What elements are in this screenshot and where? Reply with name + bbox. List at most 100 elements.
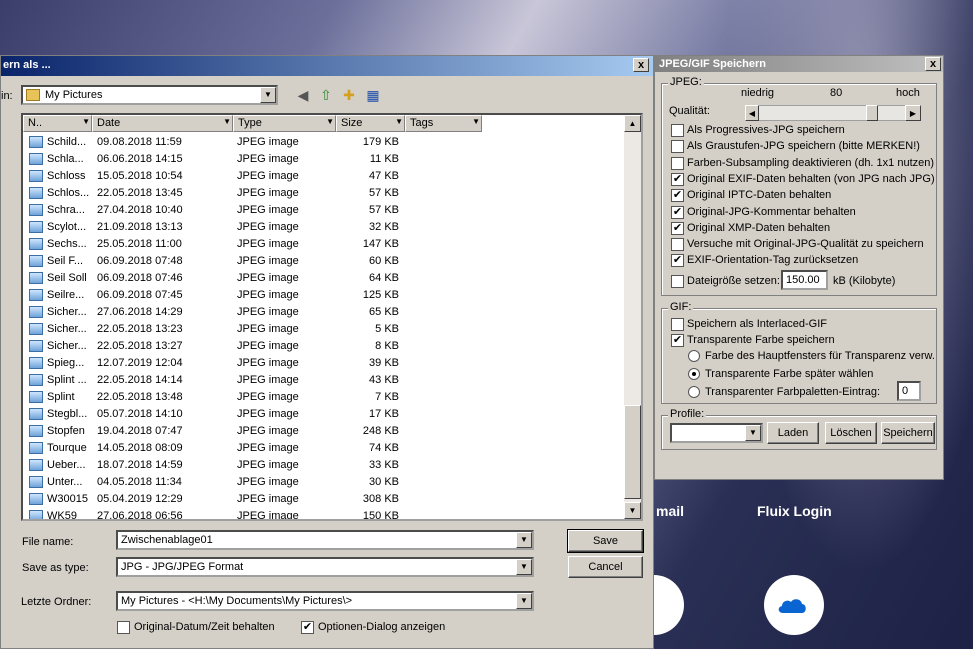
table-row[interactable]: Schloss 15.05.2018 10:54 JPEG image 47 KB — [23, 168, 627, 185]
jpeg-option-checkbox[interactable] — [671, 124, 684, 137]
keep-date-checkbox[interactable] — [117, 621, 130, 634]
gif-interlaced-checkbox[interactable] — [671, 318, 684, 331]
file-name-cell: Seilre... — [47, 289, 85, 301]
jpeg-option-checkbox[interactable] — [671, 238, 684, 252]
chevron-down-icon[interactable]: ▼ — [260, 87, 276, 103]
table-row[interactable]: Splint 22.05.2018 13:48 JPEG image 7 KB — [23, 389, 627, 406]
jpeg-option-checkbox[interactable]: ✔ — [671, 254, 684, 268]
image-file-icon — [29, 476, 43, 488]
file-name-input[interactable]: Zwischenablage01 ▼ — [116, 530, 534, 550]
jpeg-option-checkbox[interactable] — [671, 140, 684, 154]
file-size-cell: 65 KB — [369, 306, 399, 318]
file-list[interactable]: N.. ▼ Date ▼ Type ▼ Size ▼ Tags ▼ Schild... 09… — [21, 113, 643, 521]
quality-high-label: hoch — [896, 87, 920, 99]
table-row[interactable]: Unter... 04.05.2018 11:34 JPEG image 30 KB — [23, 474, 627, 491]
save-profile-button[interactable]: Speichern — [881, 422, 935, 444]
image-file-icon — [29, 221, 43, 233]
table-row[interactable]: Seil F... 06.09.2018 07:48 JPEG image 60 KB — [23, 253, 627, 270]
table-row[interactable]: Seilre... 06.09.2018 07:45 JPEG image 125 K… — [23, 287, 627, 304]
scroll-down-icon[interactable]: ▼ — [624, 502, 641, 519]
file-name-label: File name: — [22, 536, 74, 548]
cancel-button[interactable]: Cancel — [568, 556, 643, 578]
table-row[interactable]: Stegbl... 05.07.2018 14:10 JPEG image 17 KB — [23, 406, 627, 423]
save-in-combo[interactable]: My Pictures ▼ — [21, 85, 278, 105]
table-row[interactable]: Tourque 14.05.2018 08:09 JPEG image 74 KB — [23, 440, 627, 457]
delete-profile-button[interactable]: Löschen — [825, 422, 877, 444]
chevron-down-icon[interactable]: ▼ — [516, 559, 532, 575]
up-folder-icon[interactable]: ⇧ — [316, 85, 336, 105]
table-row[interactable]: Sicher... 27.06.2018 14:29 JPEG image 65 KB — [23, 304, 627, 321]
close-icon[interactable]: x — [633, 58, 649, 72]
table-row[interactable]: Sicher... 22.05.2018 13:23 JPEG image 5 KB — [23, 321, 627, 338]
slider-right-icon[interactable]: ▶ — [905, 105, 921, 121]
image-file-icon — [29, 323, 43, 335]
onedrive-app-icon[interactable] — [764, 575, 824, 635]
file-type-cell: JPEG image — [237, 408, 299, 420]
image-file-icon — [29, 289, 43, 301]
show-options-checkbox[interactable]: ✔ — [301, 621, 314, 634]
file-date-cell: 06.06.2018 14:15 — [97, 153, 183, 165]
radio-choose-later[interactable] — [688, 368, 700, 380]
table-row[interactable]: Sicher... 22.05.2018 13:27 JPEG image 8 KB — [23, 338, 627, 355]
column-header-date[interactable]: Date ▼ — [92, 115, 233, 132]
jpeg-option-checkbox[interactable]: ✔ — [671, 221, 684, 235]
profile-select[interactable]: ▼ — [670, 423, 763, 443]
recent-folders-select[interactable]: My Pictures - <H:\My Documents\My Pictur… — [116, 591, 534, 611]
table-row[interactable]: Scylot... 21.09.2018 13:13 JPEG image 32 KB — [23, 219, 627, 236]
file-type-cell: JPEG image — [237, 170, 299, 182]
new-folder-icon[interactable]: ✚ — [339, 85, 359, 105]
chevron-down-icon[interactable]: ▼ — [745, 425, 761, 441]
radio-main-color[interactable] — [688, 350, 700, 362]
save-type-select[interactable]: JPG - JPG/JPEG Format ▼ — [116, 557, 534, 577]
table-row[interactable]: Stopfen 19.04.2018 07:47 JPEG image 248 KB — [23, 423, 627, 440]
table-row[interactable]: Splint ... 22.05.2018 14:14 JPEG image 43 K… — [23, 372, 627, 389]
jpeg-option-checkbox[interactable] — [671, 156, 684, 170]
back-icon[interactable]: ◀ — [293, 85, 313, 105]
column-header-name[interactable]: N.. ▼ — [23, 115, 92, 132]
scroll-thumb[interactable] — [624, 405, 641, 499]
table-row[interactable]: Schra... 27.04.2018 10:40 JPEG image 57 KB — [23, 202, 627, 219]
table-row[interactable]: Ueber... 18.07.2018 14:59 JPEG image 33 KB — [23, 457, 627, 474]
view-menu-icon[interactable]: ▦ — [363, 85, 383, 105]
table-row[interactable]: Schla... 06.06.2018 14:15 JPEG image 11 KB — [23, 151, 627, 168]
filesize-checkbox[interactable] — [671, 275, 684, 288]
scroll-up-icon[interactable]: ▲ — [624, 115, 641, 132]
slider-thumb[interactable] — [866, 105, 879, 121]
chevron-down-icon[interactable]: ▼ — [516, 532, 532, 548]
table-row[interactable]: Seil Soll 06.09.2018 07:46 JPEG image 64 KB — [23, 270, 627, 287]
save-button[interactable]: Save — [567, 529, 644, 553]
jpeg-option-checkbox[interactable]: ✔ — [671, 172, 684, 186]
column-header-tags[interactable]: Tags ▼ — [405, 115, 482, 132]
file-type-cell: JPEG image — [237, 187, 299, 199]
table-row[interactable]: Spieg... 12.07.2019 12:04 JPEG image 39 KB — [23, 355, 627, 372]
file-date-cell: 12.07.2019 12:04 — [97, 357, 183, 369]
image-file-icon — [29, 153, 43, 165]
file-name-cell: Splint ... — [47, 374, 87, 386]
table-row[interactable]: Sechs... 25.05.2018 11:00 JPEG image 147 KB — [23, 236, 627, 253]
file-size-cell: 30 KB — [369, 476, 399, 488]
quality-slider[interactable]: ◀ ▶ — [745, 105, 921, 121]
slider-left-icon[interactable]: ◀ — [745, 105, 759, 121]
file-name-cell: Unter... — [47, 476, 83, 488]
table-row[interactable]: Schild... 09.08.2018 11:59 JPEG image 179 K… — [23, 134, 627, 151]
load-profile-button[interactable]: Laden — [767, 422, 819, 444]
filesize-input[interactable]: 150.00 — [781, 270, 828, 290]
file-name-cell: W30015 — [47, 493, 88, 505]
file-type-cell: JPEG image — [237, 340, 299, 352]
table-row[interactable]: WK59 27.06.2018 06:56 JPEG image 150 KB — [23, 508, 627, 519]
file-name-cell: Seil Soll — [47, 272, 87, 284]
vertical-scrollbar[interactable]: ▲ ▼ — [624, 115, 641, 519]
table-row[interactable]: Schlos... 22.05.2018 13:45 JPEG image 57 KB — [23, 185, 627, 202]
gif-transparent-checkbox[interactable]: ✔ — [671, 334, 684, 347]
column-header-size[interactable]: Size ▼ — [336, 115, 405, 132]
file-size-cell: 39 KB — [369, 357, 399, 369]
chevron-down-icon[interactable]: ▼ — [516, 593, 532, 609]
column-header-type[interactable]: Type ▼ — [233, 115, 336, 132]
radio-palette-entry-label: Transparenter Farbpaletten-Eintrag: — [705, 386, 881, 398]
palette-entry-input[interactable]: 0 — [897, 381, 921, 401]
radio-palette-entry[interactable] — [688, 386, 700, 398]
jpeg-option-checkbox[interactable]: ✔ — [671, 189, 684, 203]
close-icon[interactable]: x — [925, 57, 941, 71]
table-row[interactable]: W30015 05.04.2019 12:29 JPEG image 308 KB — [23, 491, 627, 508]
jpeg-option-checkbox[interactable]: ✔ — [671, 205, 684, 219]
